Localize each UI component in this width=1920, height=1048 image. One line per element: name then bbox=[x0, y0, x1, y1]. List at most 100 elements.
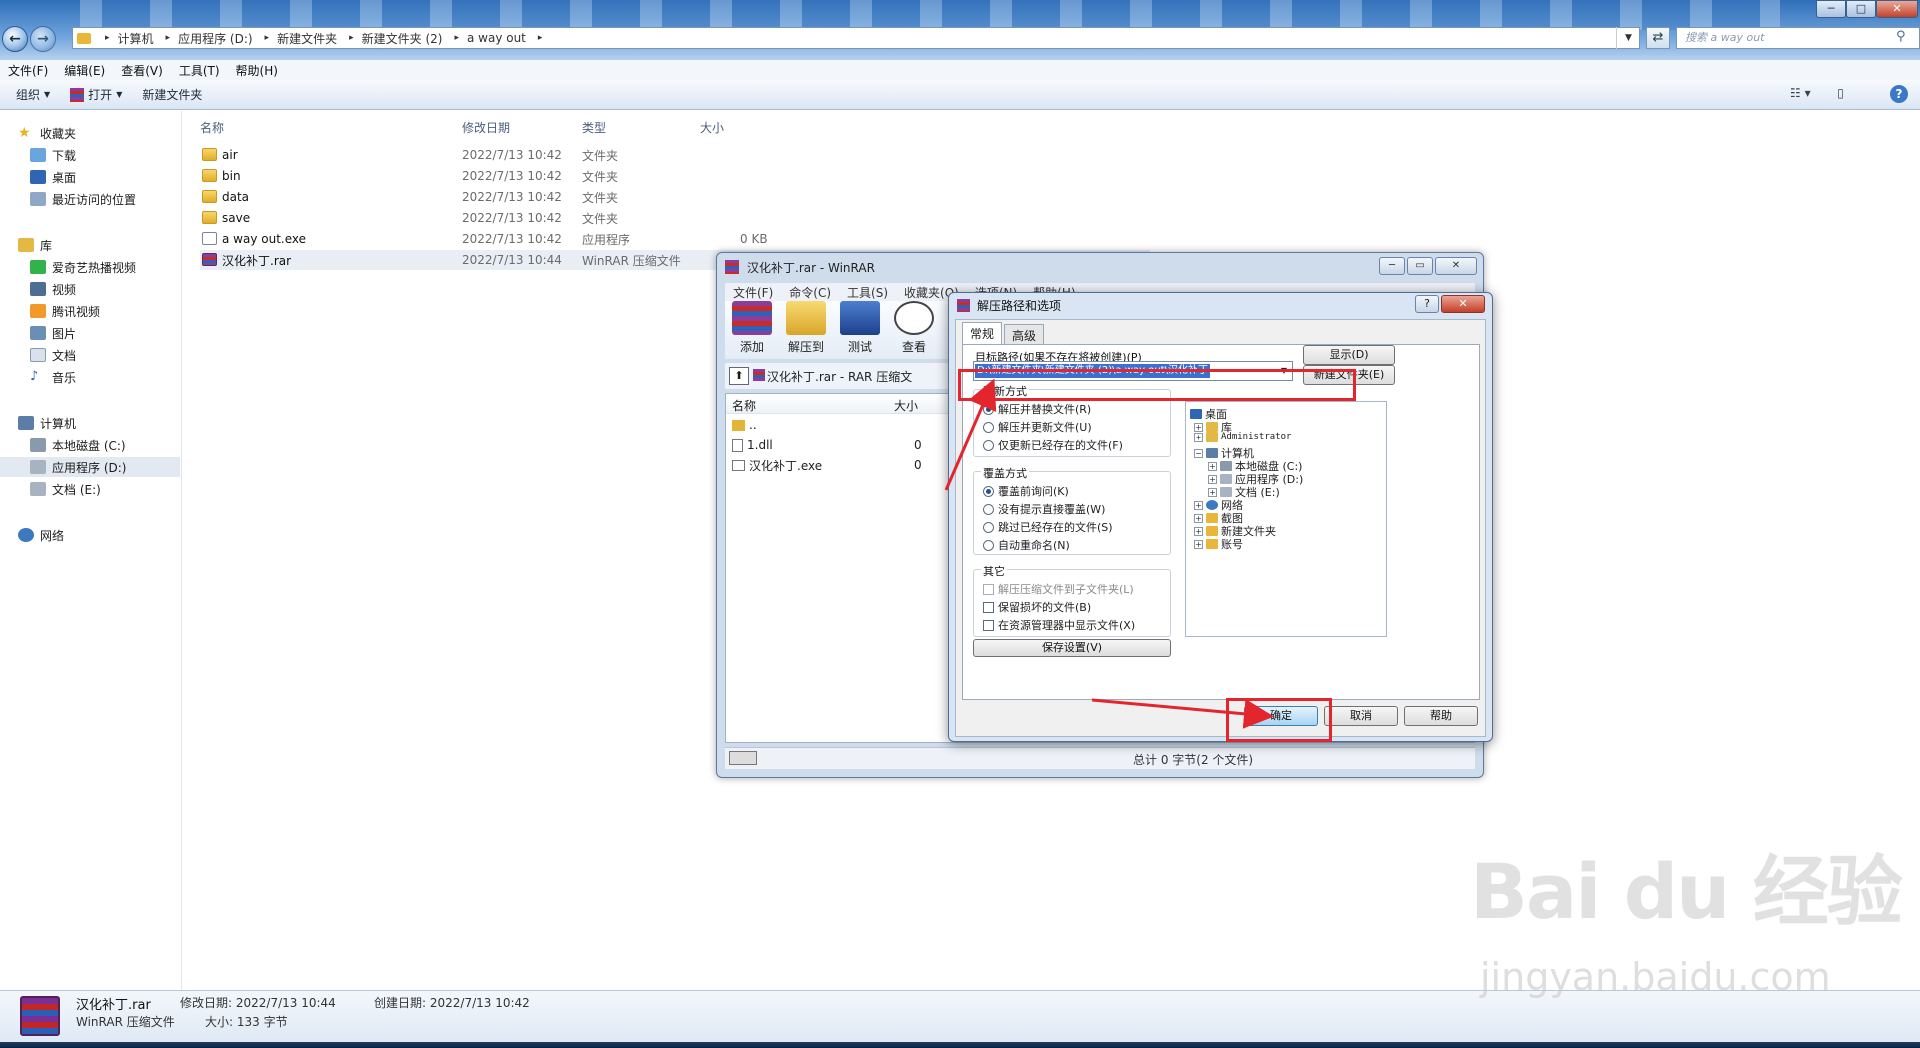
command-bar: 组织 ▼ 打开 ▼ 新建文件夹 bbox=[0, 80, 1920, 110]
radio-ask-before[interactable]: 覆盖前询问(K) bbox=[983, 483, 1069, 499]
rar-icon bbox=[202, 253, 217, 266]
cancel-button[interactable]: 取消 bbox=[1324, 706, 1398, 726]
tree-accounts[interactable]: + 账号 bbox=[1194, 536, 1243, 552]
breadcrumb-a-way-out[interactable]: a way out bbox=[467, 31, 526, 45]
winrar-row[interactable]: 1.dll 0 bbox=[732, 436, 932, 454]
file-row[interactable]: save 2022/7/13 10:42 文件夹 bbox=[200, 208, 1150, 228]
iqiyi-icon bbox=[30, 260, 46, 274]
nav-recent[interactable]: 最近访问的位置 bbox=[30, 189, 210, 209]
refresh-icon: ⇄ bbox=[1652, 30, 1664, 45]
breadcrumb-drive-d[interactable]: 应用程序 (D:) bbox=[178, 30, 252, 47]
dialog-help-icon[interactable]: ? bbox=[1415, 295, 1439, 313]
dialog-close-button[interactable]: ✕ bbox=[1441, 295, 1485, 313]
new-folder-button[interactable]: 新建文件夹 bbox=[132, 86, 212, 103]
breadcrumb-new-folder-2[interactable]: 新建文件夹 (2) bbox=[362, 30, 443, 47]
close-button[interactable]: ✕ bbox=[1876, 0, 1918, 18]
extract-to-button[interactable]: 解压到 bbox=[779, 301, 833, 359]
folder-tree[interactable]: 桌面 + 库 + Administrator − 计算机 + 本地磁盘 (C:) + 应用… bbox=[1185, 401, 1387, 637]
nav-iqiyi[interactable]: 爱奇艺热播视频 bbox=[30, 257, 210, 277]
tab-general[interactable]: 常规 bbox=[962, 322, 1003, 344]
nav-videos[interactable]: 视频 bbox=[30, 279, 210, 299]
maximize-button[interactable]: □ bbox=[1846, 0, 1876, 18]
nav-favorites[interactable]: ★ 收藏夹 bbox=[18, 123, 198, 143]
checkbox-show-in-explorer[interactable]: 在资源管理器中显示文件(X) bbox=[983, 617, 1135, 633]
winrar-file-size: 0 bbox=[914, 438, 922, 452]
search-icon[interactable]: ⚲ bbox=[1896, 29, 1906, 44]
winrar-row[interactable]: 汉化补丁.exe 0 bbox=[732, 456, 932, 474]
view-button[interactable]: 查看 bbox=[887, 301, 941, 359]
menu-tools[interactable]: 工具(T) bbox=[171, 62, 228, 79]
file-row[interactable]: a way out.exe 2022/7/13 10:42 应用程序 0 KB bbox=[200, 229, 1150, 249]
breadcrumb-new-folder[interactable]: 新建文件夹 bbox=[277, 30, 337, 47]
winrar-menu-commands[interactable]: 命令(C) bbox=[781, 284, 839, 301]
taskbar bbox=[0, 1042, 1920, 1048]
menu-view[interactable]: 查看(V) bbox=[113, 62, 171, 79]
minimize-button[interactable]: ─ bbox=[1816, 0, 1846, 18]
drive-icon bbox=[1220, 461, 1232, 471]
radio-extract-update[interactable]: 解压并更新文件(U) bbox=[983, 419, 1092, 435]
address-dropdown-icon[interactable]: ▼ bbox=[1616, 27, 1640, 49]
test-button[interactable]: 测试 bbox=[833, 301, 887, 359]
radio-extract-replace[interactable]: 解压并替换文件(R) bbox=[983, 401, 1091, 417]
computer-icon bbox=[1206, 448, 1218, 458]
file-row[interactable]: bin 2022/7/13 10:42 文件夹 bbox=[200, 166, 1150, 186]
nav-drive-c[interactable]: 本地磁盘 (C:) bbox=[30, 435, 210, 455]
help-icon[interactable]: ? bbox=[1890, 85, 1908, 103]
file-row[interactable]: data 2022/7/13 10:42 文件夹 bbox=[200, 187, 1150, 207]
tree-administrator[interactable]: + Administrator bbox=[1194, 432, 1291, 442]
address-bar[interactable]: ▸ 计算机 ▸ 应用程序 (D:) ▸ 新建文件夹 ▸ 新建文件夹 (2) ▸ a wa… bbox=[72, 27, 1640, 49]
checkbox-extract-subfolder[interactable]: 解压压缩文件到子文件夹(L) bbox=[983, 581, 1134, 597]
nav-libraries[interactable]: 库 bbox=[18, 235, 198, 255]
refresh-button[interactable]: ⇄ bbox=[1646, 27, 1670, 49]
search-input[interactable]: 搜索 a way out bbox=[1676, 27, 1920, 49]
radio-skip-existing[interactable]: 跳过已经存在的文件(S) bbox=[983, 519, 1113, 535]
menu-file[interactable]: 文件(F) bbox=[0, 62, 56, 79]
up-folder-icon[interactable]: ⬆ bbox=[729, 367, 749, 385]
nav-desktop[interactable]: 桌面 bbox=[30, 167, 210, 187]
winrar-menu-tools[interactable]: 工具(S) bbox=[839, 284, 896, 301]
extract-dialog: 解压路径和选项 ? ✕ 常规 高级 目标路径(如果不存在将被创建)(P) D:\… bbox=[948, 292, 1493, 742]
column-name[interactable]: 名称 bbox=[200, 119, 224, 136]
winrar-column-name[interactable]: 名称 bbox=[732, 397, 756, 414]
checkbox-keep-broken[interactable]: 保留损坏的文件(B) bbox=[983, 599, 1091, 615]
details-filename: 汉化补丁.rar bbox=[76, 998, 151, 1013]
forward-button[interactable]: → bbox=[30, 26, 56, 52]
nav-tencent[interactable]: 腾讯视频 bbox=[30, 301, 210, 321]
view-options-icon[interactable]: ☷ ▾ ▯ bbox=[1790, 86, 1844, 100]
nav-network[interactable]: 网络 bbox=[18, 525, 198, 545]
nav-music[interactable]: ♪ 音乐 bbox=[30, 367, 210, 387]
back-button[interactable]: ← bbox=[2, 26, 28, 52]
winrar-menu-file[interactable]: 文件(F) bbox=[725, 284, 781, 301]
nav-drive-d[interactable]: 应用程序 (D:) bbox=[0, 457, 180, 477]
nav-drive-e[interactable]: 文档 (E:) bbox=[30, 479, 210, 499]
radio-overwrite-silently[interactable]: 没有提示直接覆盖(W) bbox=[983, 501, 1105, 517]
radio-update-existing[interactable]: 仅更新已经存在的文件(F) bbox=[983, 437, 1123, 453]
column-modified[interactable]: 修改日期 bbox=[462, 119, 510, 136]
open-button[interactable]: 打开 ▼ bbox=[60, 86, 132, 103]
organize-button[interactable]: 组织 ▼ bbox=[0, 86, 60, 103]
tab-advanced[interactable]: 高级 bbox=[1004, 324, 1045, 344]
menu-help[interactable]: 帮助(H) bbox=[228, 62, 286, 79]
save-settings-button[interactable]: 保存设置(V) bbox=[973, 639, 1171, 657]
nav-pictures[interactable]: 图片 bbox=[30, 323, 210, 343]
add-button[interactable]: 添加 bbox=[725, 301, 779, 359]
winrar-close-button[interactable]: ✕ bbox=[1435, 257, 1477, 275]
menu-edit[interactable]: 编辑(E) bbox=[56, 62, 113, 79]
help-button[interactable]: 帮助 bbox=[1404, 706, 1478, 726]
winrar-column-size[interactable]: 大小 bbox=[894, 397, 918, 414]
winrar-row[interactable]: .. bbox=[732, 416, 932, 434]
file-row[interactable]: air 2022/7/13 10:42 文件夹 bbox=[200, 145, 1150, 165]
winrar-maximize-button[interactable]: ▭ bbox=[1407, 257, 1433, 275]
show-button[interactable]: 显示(D) bbox=[1303, 345, 1395, 365]
column-type[interactable]: 类型 bbox=[582, 119, 606, 136]
winrar-minimize-button[interactable]: ─ bbox=[1379, 257, 1405, 275]
radio-auto-rename[interactable]: 自动重命名(N) bbox=[983, 537, 1070, 553]
breadcrumb-computer[interactable]: 计算机 bbox=[118, 30, 154, 47]
expand-icon: + bbox=[1194, 526, 1203, 536]
nav-documents[interactable]: 文档 bbox=[30, 345, 210, 365]
radio-label: 解压并替换文件(R) bbox=[998, 403, 1092, 416]
column-size[interactable]: 大小 bbox=[700, 119, 724, 136]
nav-downloads[interactable]: 下载 bbox=[30, 145, 210, 165]
nav-computer[interactable]: 计算机 bbox=[18, 413, 198, 433]
highlight-ok-button bbox=[1226, 698, 1332, 742]
